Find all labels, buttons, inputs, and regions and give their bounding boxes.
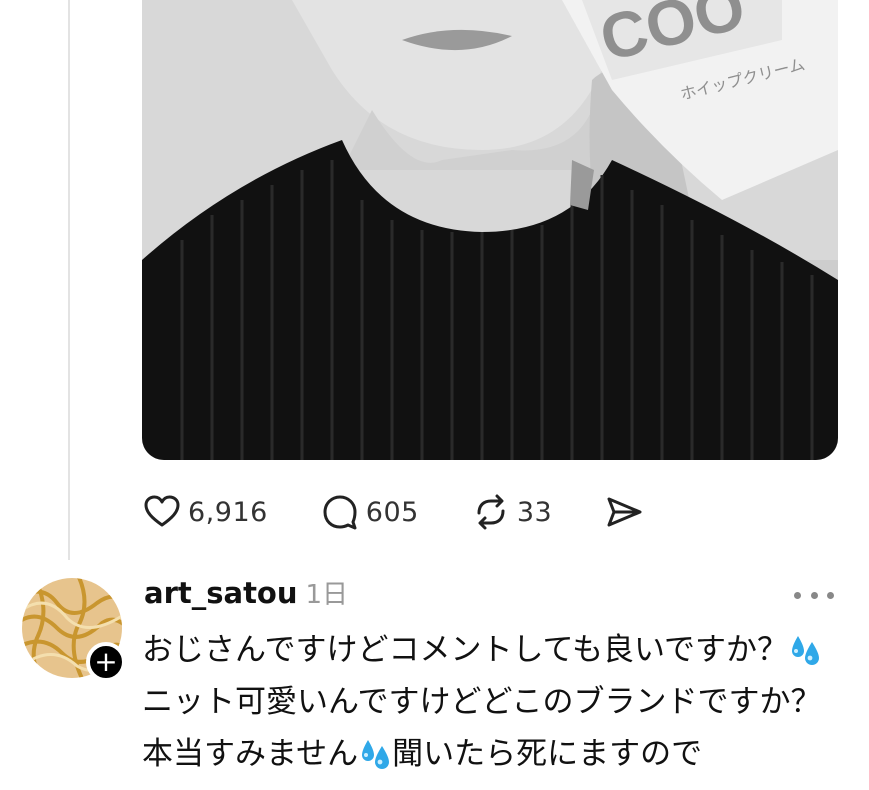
dot-icon: [810, 591, 818, 599]
like-count: 6,916: [188, 496, 268, 528]
plus-icon: +: [94, 645, 118, 678]
comment-count: 605: [365, 496, 419, 528]
like-button[interactable]: 6,916: [142, 492, 268, 532]
dot-icon: [827, 591, 834, 599]
repost-button[interactable]: 33: [471, 492, 552, 532]
reply-username[interactable]: art_satou: [144, 576, 298, 610]
follow-plus-button[interactable]: +: [86, 642, 126, 682]
repost-icon: [477, 494, 505, 530]
comment-icon: [323, 495, 357, 530]
dot-icon: [794, 591, 801, 599]
reply-line-2: ニット可愛いんですけどどこのブランドですか？: [142, 684, 822, 720]
reply-line-1: おじさんですけどコメントしても良いですか？: [142, 624, 862, 676]
repost-count: 33: [516, 496, 553, 528]
sweat-droplets-icon: [362, 740, 390, 769]
reply-line-3: 本当すみません 聞いたら死にますので: [142, 736, 703, 772]
heart-icon: [144, 495, 180, 527]
post-action-bar: 6,916 605 33: [142, 488, 696, 536]
share-icon: [607, 497, 642, 527]
reply-timestamp: 1日: [305, 580, 349, 610]
comment-button[interactable]: 605: [320, 492, 419, 532]
sweat-droplets-icon: [792, 636, 820, 665]
reply-header: art_satou 1日: [144, 574, 348, 611]
share-button[interactable]: [604, 492, 644, 532]
reply-body: おじさんですけどコメントしても良いですか？ ニット可愛いんですけどどこのブランド…: [142, 624, 862, 780]
thread-line: [68, 0, 70, 560]
more-options-button[interactable]: [794, 583, 834, 607]
post-photo[interactable]: COO ホイップクリーム: [142, 0, 838, 460]
